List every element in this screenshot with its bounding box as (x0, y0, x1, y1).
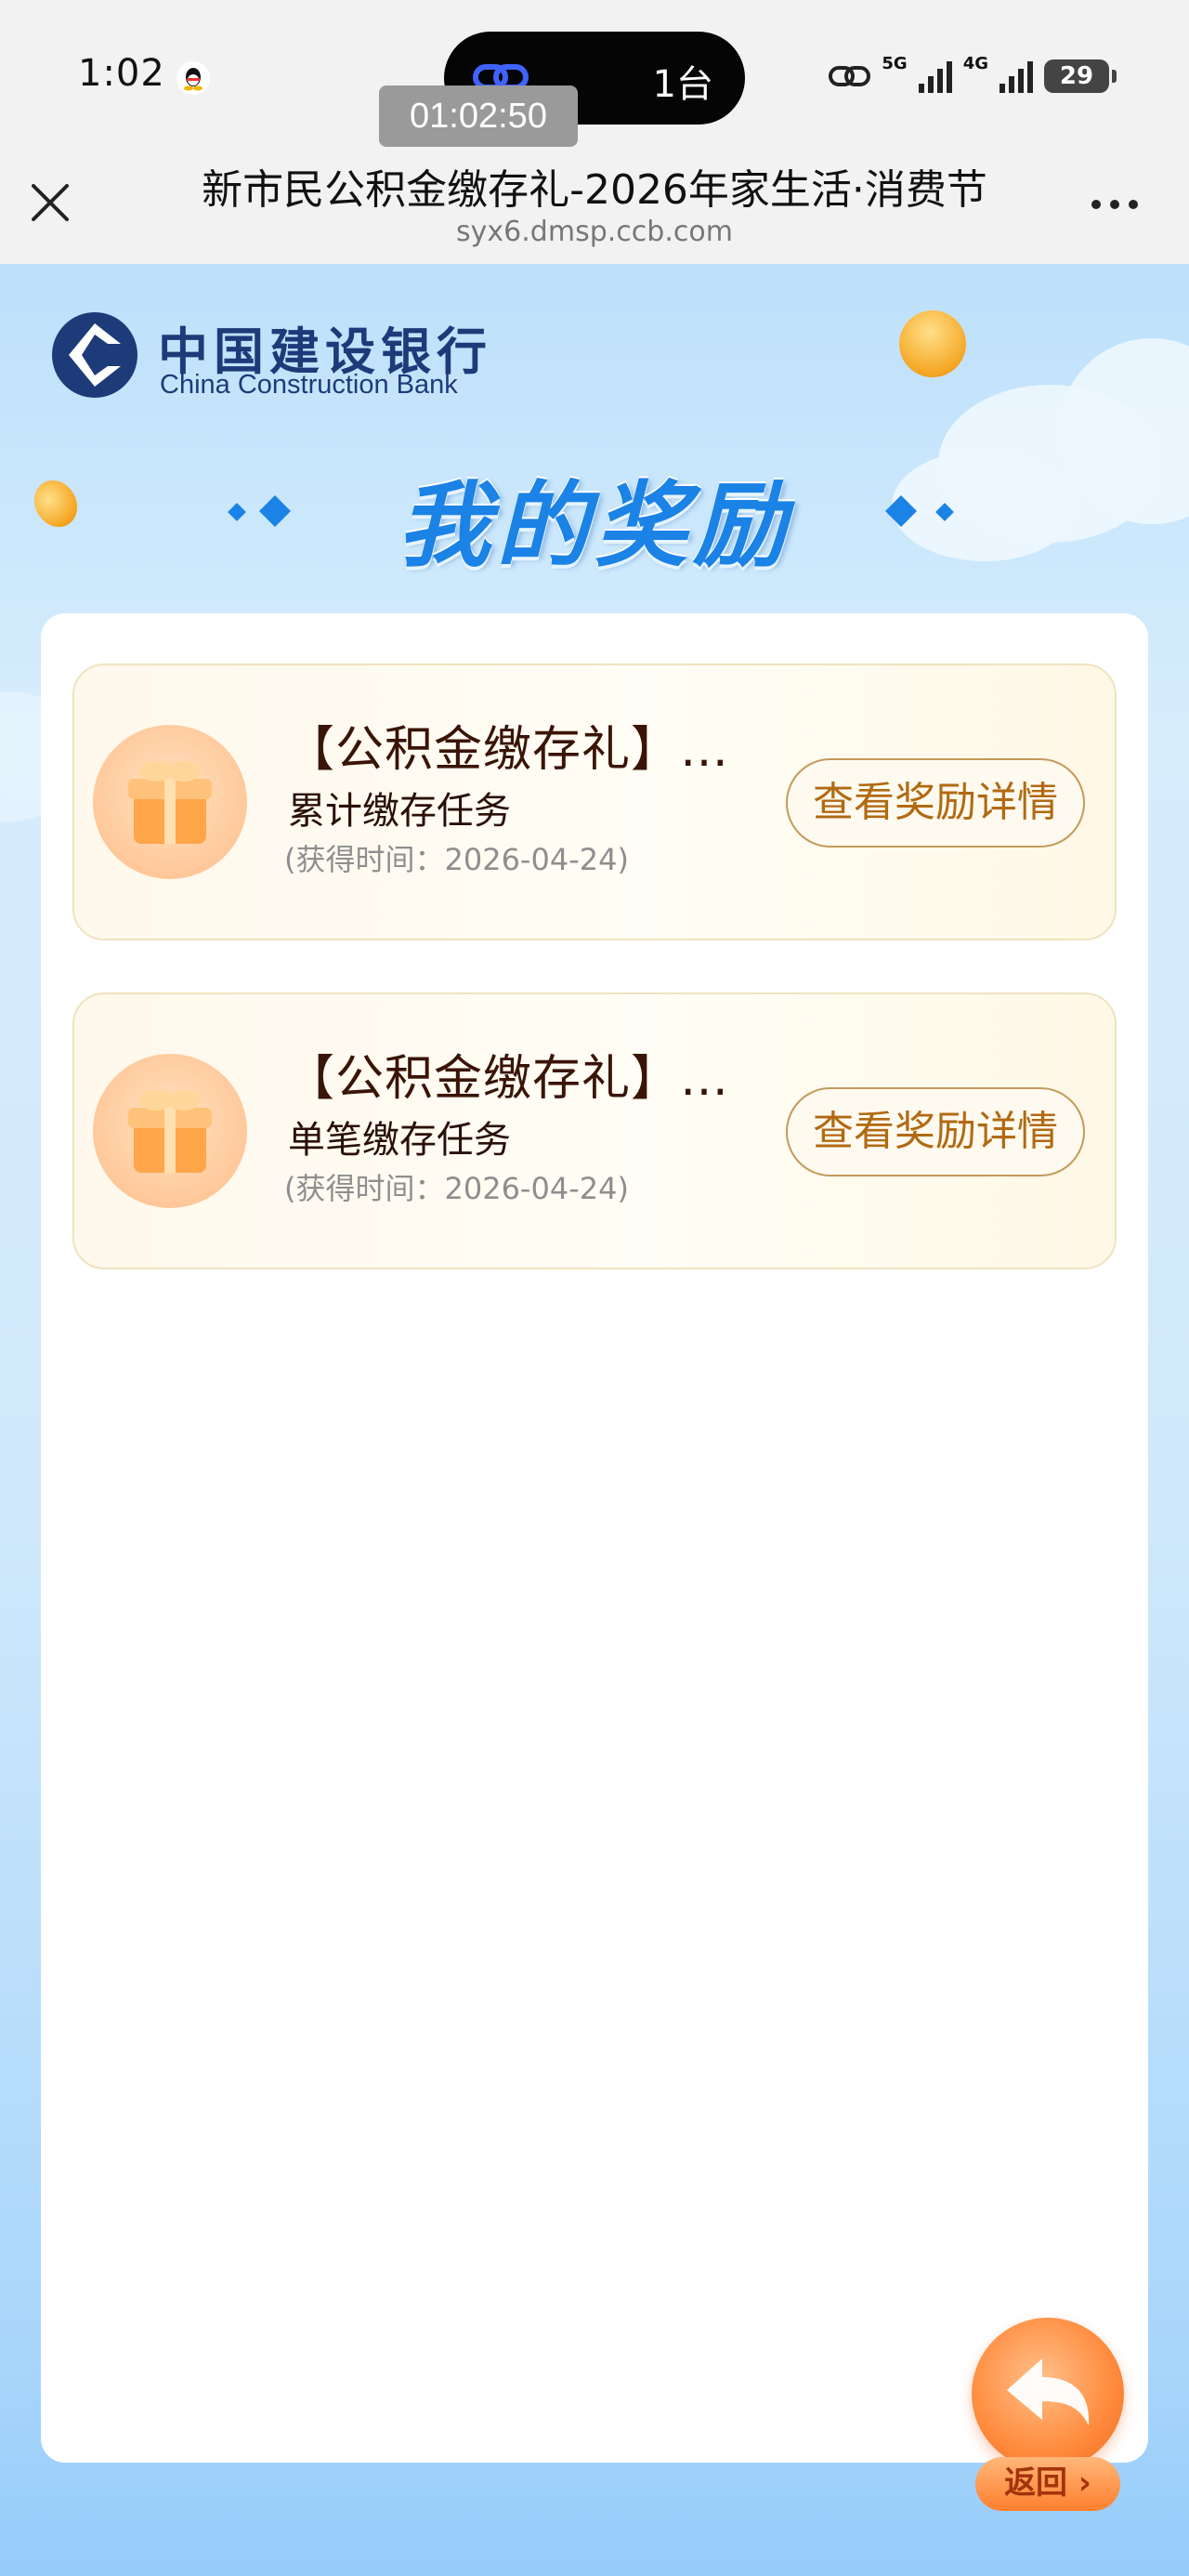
page-title: 新市民公积金缴存礼-2026年家生活·消费节 (202, 166, 987, 214)
view-reward-details-button[interactable]: 查看奖励详情 (786, 758, 1085, 848)
reward-card: 【公积金缴存礼】… 累计缴存任务 (获得时间：2026-04-24) 查看奖励详… (72, 664, 1117, 940)
page-url: syx6.dmsp.ccb.com (456, 216, 733, 248)
reward-title: 【公积金缴存礼】… (286, 1051, 730, 1107)
signal-4g-icon (1000, 61, 1033, 93)
battery-icon: 29 (1044, 59, 1117, 93)
link-status-icon (829, 66, 871, 86)
recording-timer: 01:02:50 (379, 85, 578, 147)
ccb-logo-icon (52, 312, 137, 398)
view-reward-details-button[interactable]: 查看奖励详情 (786, 1087, 1085, 1176)
qq-notification-icon (176, 61, 210, 95)
status-time: 1:02 (78, 52, 165, 95)
reward-time: (获得时间：2026-04-24) (284, 842, 629, 877)
reward-time: (获得时间：2026-04-24) (284, 1171, 629, 1206)
network-5g-label: 5G (882, 53, 908, 73)
gift-icon (93, 1054, 247, 1208)
more-options-icon[interactable] (1085, 182, 1144, 223)
reward-card: 【公积金缴存礼】… 单笔缴存任务 (获得时间：2026-04-24) 查看奖励详… (72, 992, 1117, 1269)
close-icon[interactable] (28, 180, 72, 225)
device-count: 1台 (652, 63, 713, 106)
coin-decoration (889, 300, 976, 388)
signal-5g-icon (918, 61, 952, 93)
diamond-decoration-right (885, 495, 954, 527)
gift-icon (93, 725, 247, 879)
reward-subtitle: 单笔缴存任务 (288, 1119, 511, 1162)
bank-name-en: China Construction Bank (160, 370, 458, 400)
rewards-heading: 我的奖励 (398, 471, 791, 580)
network-4g-label: 4G (962, 53, 988, 73)
reward-subtitle: 累计缴存任务 (288, 790, 511, 833)
rewards-page: 中国建设银行 China Construction Bank 我的奖励 【公积金… (0, 264, 1189, 2576)
rewards-list-panel: 【公积金缴存礼】… 累计缴存任务 (获得时间：2026-04-24) 查看奖励详… (41, 613, 1148, 2463)
browser-header: 1:02 1台 01:02:50 5G 4G 29 新市民公积金缴存礼-2026… (0, 0, 1189, 264)
back-arrow-icon (972, 2318, 1124, 2470)
back-button[interactable]: 返回 › (962, 2318, 1130, 2526)
reward-title: 【公积金缴存礼】… (286, 722, 730, 778)
back-label: 返回 › (975, 2457, 1120, 2511)
status-indicators: 5G 4G 29 (828, 48, 1117, 104)
